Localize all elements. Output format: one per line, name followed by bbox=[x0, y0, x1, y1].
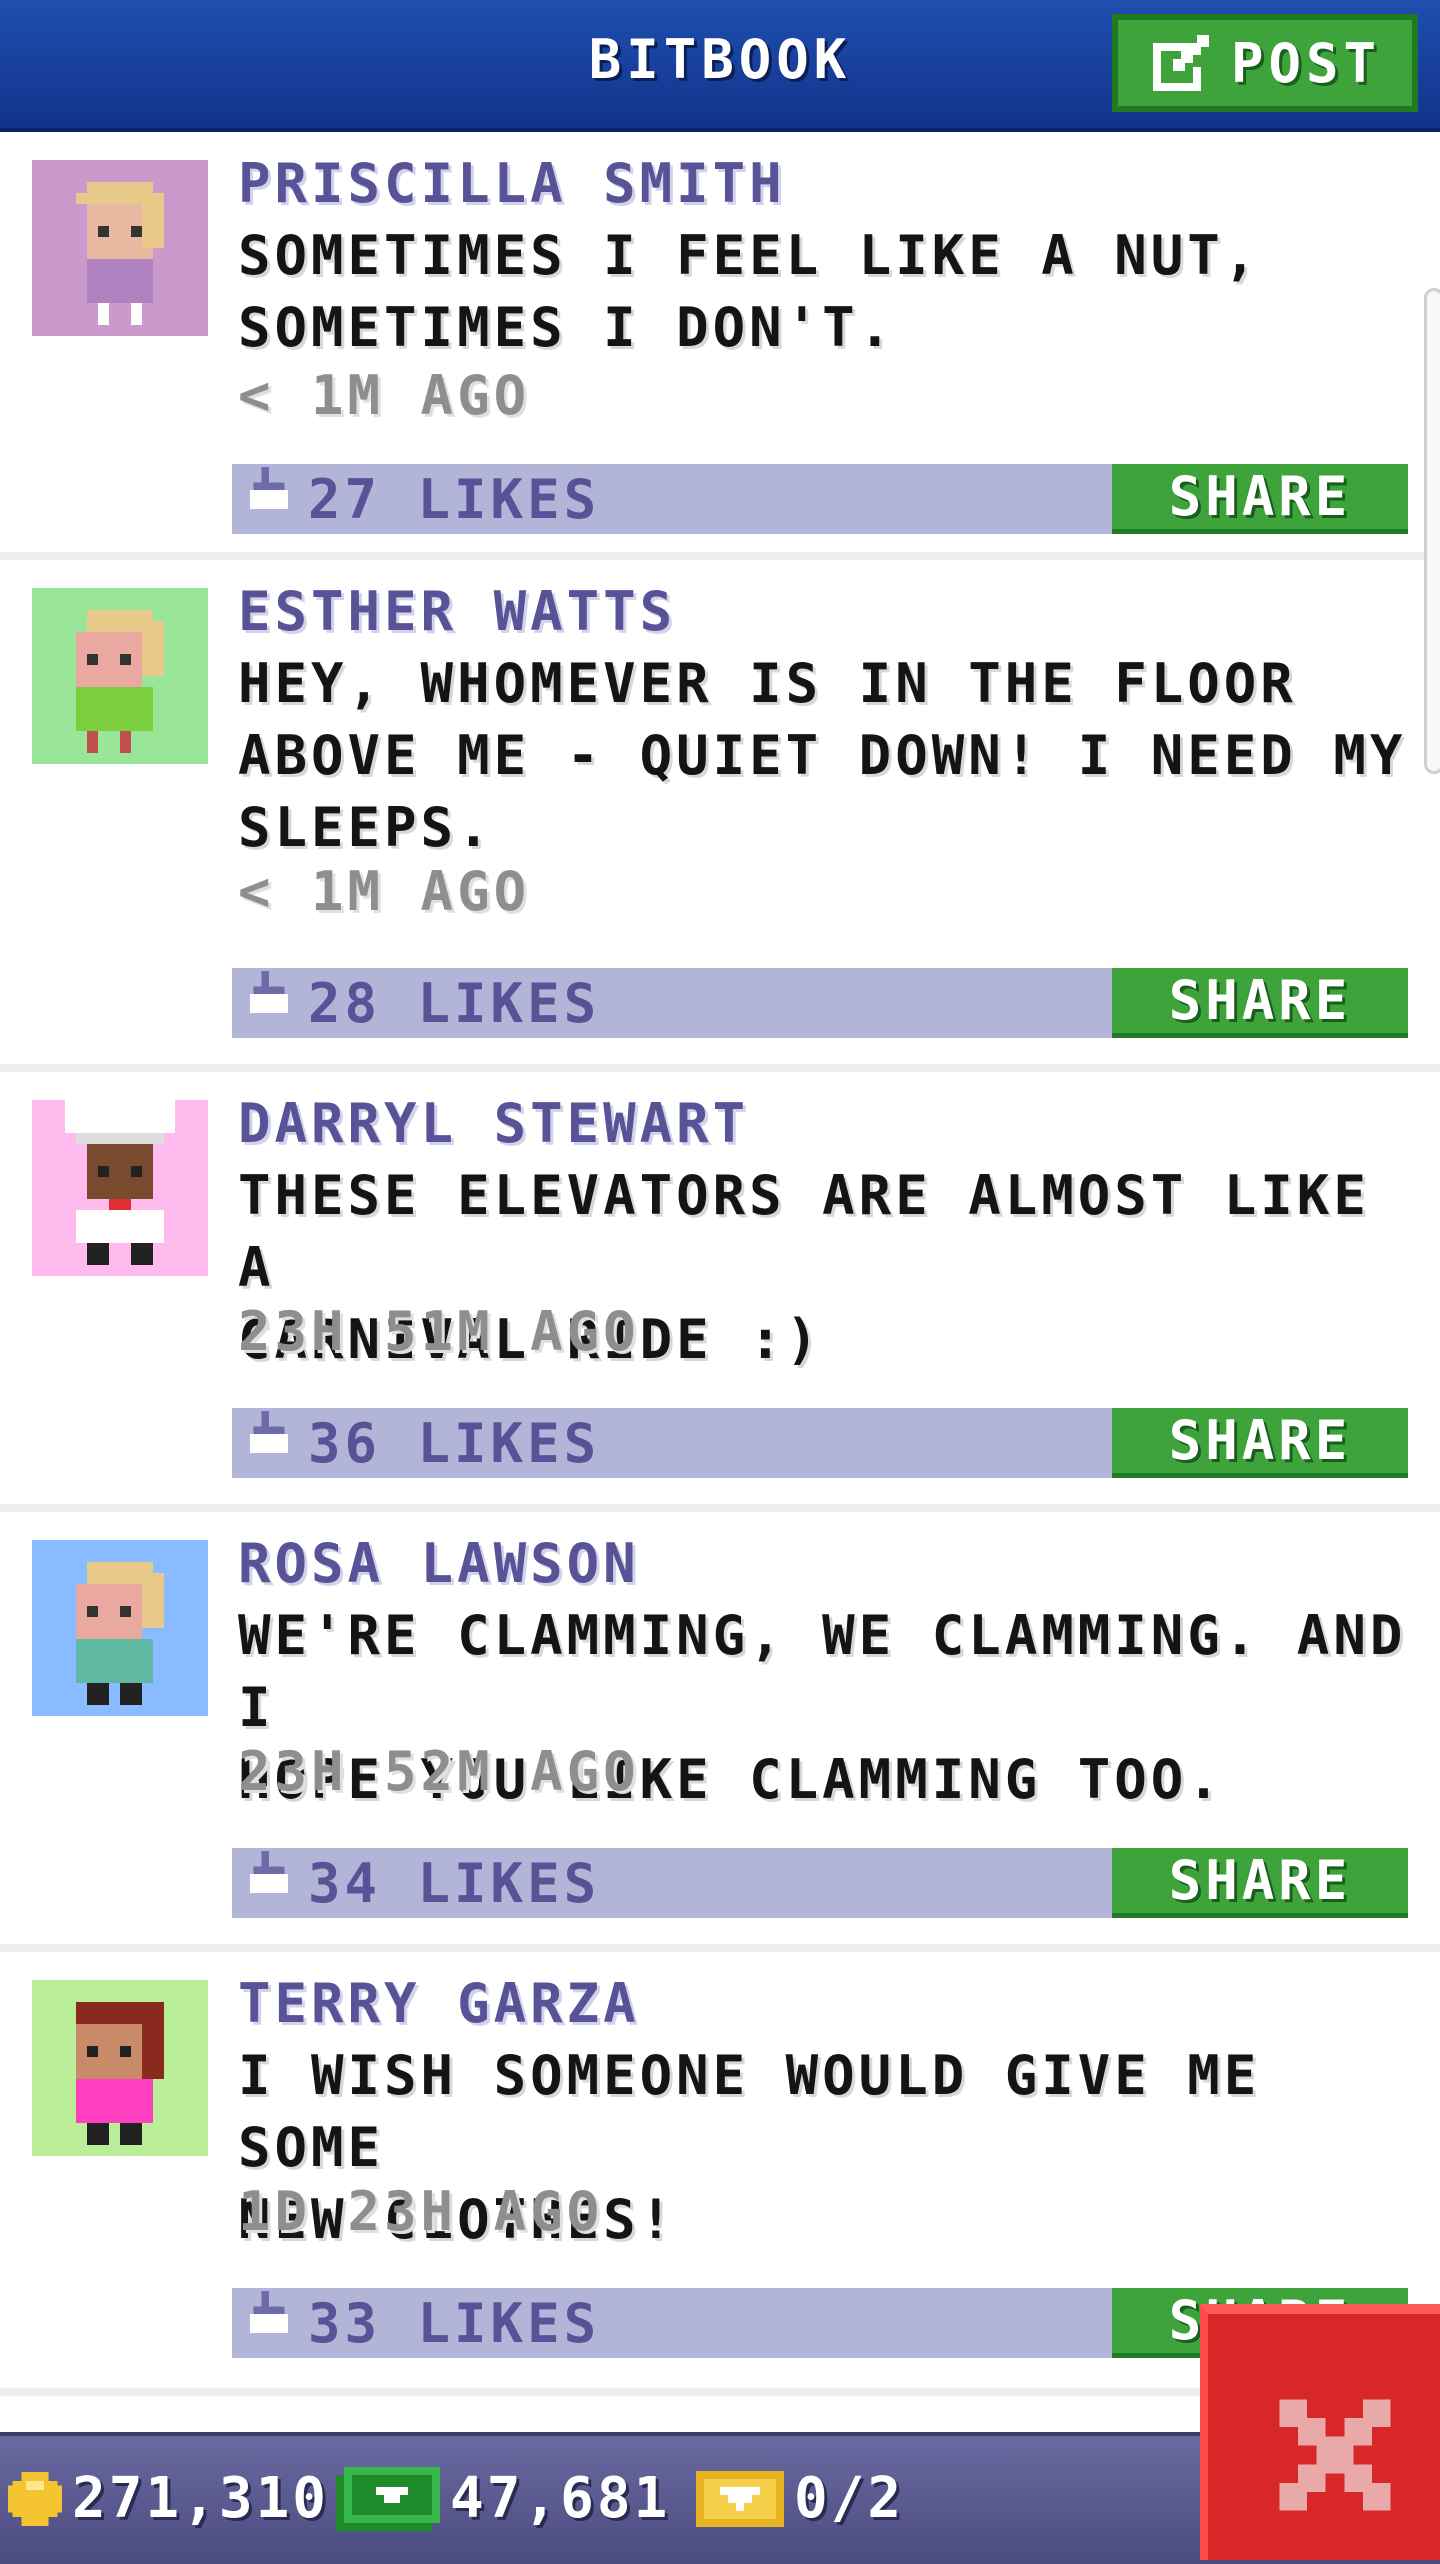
close-button[interactable] bbox=[1200, 2304, 1440, 2560]
post-author: DARRYL STEWART bbox=[238, 1092, 750, 1155]
thumbs-up-icon bbox=[249, 2291, 289, 2334]
feed-post: PRISCILLA SMITH SOMETIMES I FEEL LIKE A … bbox=[0, 132, 1440, 560]
like-button[interactable]: 34 LIKES bbox=[232, 1848, 606, 1918]
like-count: 33 LIKES bbox=[308, 2291, 601, 2355]
thumbs-up-icon bbox=[249, 1411, 289, 1454]
resident-avatar-icon bbox=[76, 182, 164, 325]
resident-avatar-icon bbox=[76, 2002, 164, 2145]
close-icon bbox=[1279, 2399, 1391, 2511]
post-message-line: HEY, WHOMEVER IS IN THE FLOOR bbox=[238, 652, 1297, 715]
share-button[interactable]: SHARE bbox=[1112, 968, 1408, 1038]
post-author: ESTHER WATTS bbox=[238, 580, 677, 643]
thumbs-up-icon bbox=[249, 971, 289, 1014]
like-button[interactable]: 28 LIKES bbox=[232, 968, 606, 1038]
tickets-stat: 0/2 bbox=[696, 2466, 904, 2531]
avatar[interactable] bbox=[32, 160, 208, 336]
post-message-line: THESE ELEVATORS ARE ALMOST LIKE A bbox=[238, 1164, 1370, 1299]
coins-value: 271,310 bbox=[72, 2466, 330, 2531]
post-edit-icon bbox=[1152, 35, 1209, 91]
coin-icon bbox=[8, 2471, 62, 2526]
likes-bar: 28 LIKES SHARE bbox=[232, 968, 1408, 1038]
ticket-icon bbox=[696, 2470, 784, 2527]
scrollbar[interactable] bbox=[1424, 288, 1440, 774]
post-author: ROSA LAWSON bbox=[238, 1532, 640, 1595]
post-timestamp: < 1M AGO bbox=[238, 364, 531, 427]
share-button[interactable]: SHARE bbox=[1112, 1408, 1408, 1478]
avatar[interactable] bbox=[32, 588, 208, 764]
post-timestamp: < 1M AGO bbox=[238, 860, 531, 923]
post-message-line: SLEEPS. bbox=[238, 796, 494, 859]
like-count: 36 LIKES bbox=[308, 1411, 601, 1475]
post-author: TERRY GARZA bbox=[238, 1972, 640, 2035]
post-message-line: ABOVE ME - QUIET DOWN! I NEED MY bbox=[238, 724, 1407, 787]
post-message-line: I WISH SOMEONE WOULD GIVE ME SOME bbox=[238, 2044, 1261, 2179]
like-button[interactable]: 36 LIKES bbox=[232, 1408, 606, 1478]
resident-avatar-icon bbox=[76, 1562, 164, 1705]
like-count: 34 LIKES bbox=[308, 1851, 601, 1915]
thumbs-up-icon bbox=[249, 467, 289, 510]
tickets-value: 0/2 bbox=[794, 2466, 905, 2531]
bux-stat: 47,681 bbox=[336, 2466, 670, 2531]
post-button-label: POST bbox=[1230, 31, 1382, 95]
share-button[interactable]: SHARE bbox=[1112, 464, 1408, 534]
post-button[interactable]: POST bbox=[1112, 14, 1418, 112]
like-button[interactable]: 27 LIKES bbox=[232, 464, 606, 534]
feed-post: ESTHER WATTS HEY, WHOMEVER IS IN THE FLO… bbox=[0, 560, 1440, 1072]
avatar[interactable] bbox=[32, 1100, 208, 1276]
app-header: BITBOOK POST bbox=[0, 0, 1440, 132]
post-message: HEY, WHOMEVER IS IN THE FLOOR ABOVE ME -… bbox=[238, 648, 1418, 864]
thumbs-up-icon bbox=[249, 1851, 289, 1894]
likes-bar: 36 LIKES SHARE bbox=[232, 1408, 1408, 1478]
avatar[interactable] bbox=[32, 1540, 208, 1716]
feed-post: DARRYL STEWART THESE ELEVATORS ARE ALMOS… bbox=[0, 1072, 1440, 1512]
likes-bar: 34 LIKES SHARE bbox=[232, 1848, 1408, 1918]
post-message-line: SOMETIMES I FEEL LIKE A NUT, bbox=[238, 224, 1261, 287]
like-count: 27 LIKES bbox=[308, 467, 601, 531]
post-author: PRISCILLA SMITH bbox=[238, 152, 786, 215]
post-message: SOMETIMES I FEEL LIKE A NUT, SOMETIMES I… bbox=[238, 220, 1418, 364]
post-timestamp: 23H 52M AGO bbox=[238, 1740, 640, 1803]
post-message-line: WE'RE CLAMMING, WE CLAMMING. AND I bbox=[238, 1604, 1407, 1739]
like-count: 28 LIKES bbox=[308, 971, 601, 1035]
bux-icon bbox=[336, 2466, 440, 2531]
coins-stat: 271,310 bbox=[8, 2466, 329, 2531]
share-button[interactable]: SHARE bbox=[1112, 1848, 1408, 1918]
bux-value: 47,681 bbox=[450, 2466, 671, 2531]
post-feed[interactable]: PRISCILLA SMITH SOMETIMES I FEEL LIKE A … bbox=[0, 132, 1440, 2396]
post-timestamp: 23H 51M AGO bbox=[238, 1300, 640, 1363]
likes-bar: 27 LIKES SHARE bbox=[232, 464, 1408, 534]
feed-post: ROSA LAWSON WE'RE CLAMMING, WE CLAMMING.… bbox=[0, 1512, 1440, 1952]
post-timestamp: 1D 23H AGO bbox=[238, 2180, 604, 2243]
chef-avatar-icon bbox=[65, 1100, 175, 1265]
avatar[interactable] bbox=[32, 1980, 208, 2156]
post-message-line: SOMETIMES I DON'T. bbox=[238, 296, 896, 359]
resident-avatar-icon bbox=[76, 610, 164, 753]
like-button[interactable]: 33 LIKES bbox=[232, 2288, 606, 2358]
